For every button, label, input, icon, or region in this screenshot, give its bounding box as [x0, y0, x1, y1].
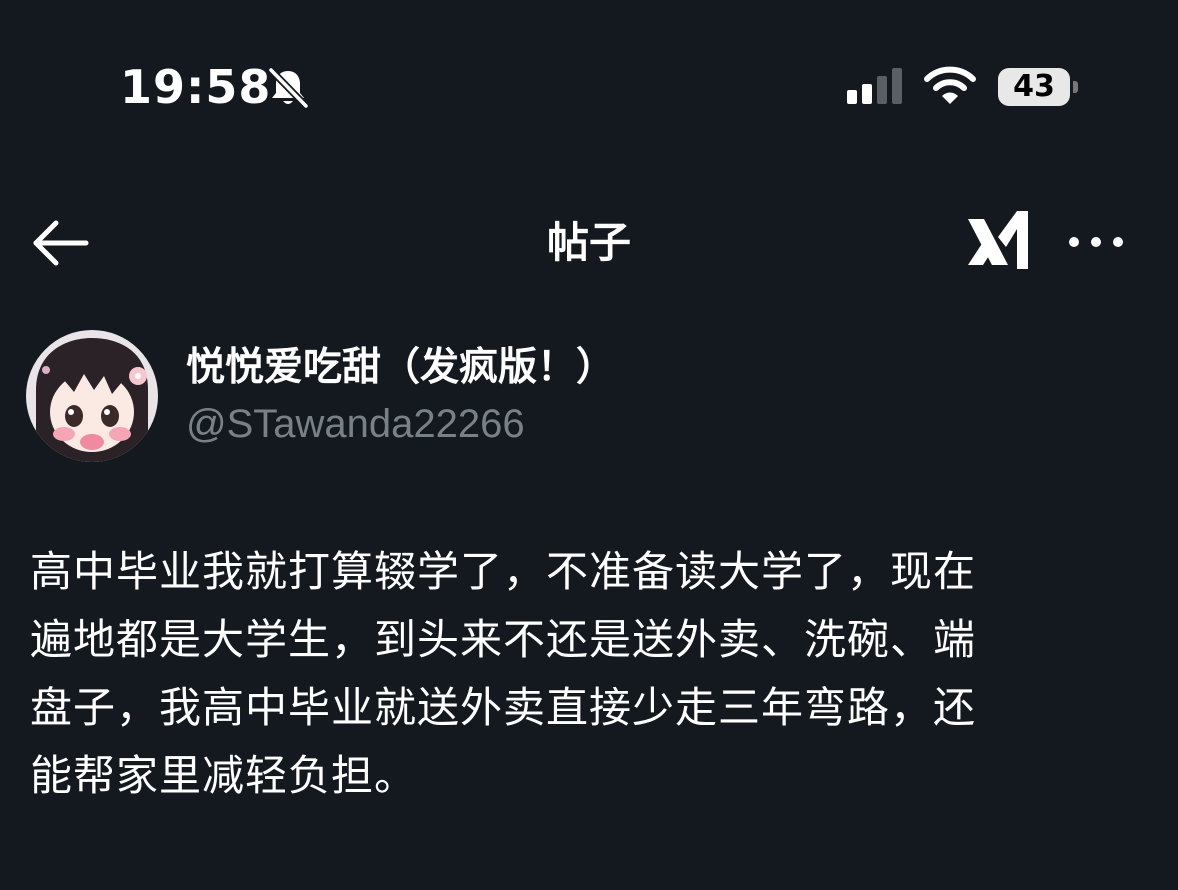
battery-cap: [1073, 81, 1078, 93]
status-bar: 19:58 43: [0, 0, 1178, 175]
page-title: 帖子: [546, 218, 631, 267]
battery-indicator: 43: [998, 68, 1078, 106]
post-text-line: 能帮家里减轻负担。: [30, 751, 418, 800]
post-text-line: 遍地都是大学生，到头来不还是送外卖、洗碗、端: [30, 615, 977, 664]
grok-icon: [968, 211, 1028, 269]
grok-button[interactable]: [962, 207, 1036, 277]
bell-off-icon: [266, 66, 310, 110]
avatar-image: [26, 330, 158, 462]
author-display-name[interactable]: 悦悦爱吃甜（发疯版！）: [186, 340, 615, 396]
avatar[interactable]: [26, 330, 158, 462]
post-text-line: 高中毕业我就打算辍学了，不准备读大学了，现在: [30, 547, 977, 596]
more-button[interactable]: [1064, 225, 1128, 259]
back-arrow-icon: [33, 220, 89, 266]
post-body: 高中毕业我就打算辍学了，不准备读大学了，现在 遍地都是大学生，到头来不还是送外卖…: [30, 538, 1160, 810]
more-icon: [1069, 237, 1123, 247]
wifi-icon: [924, 64, 976, 106]
cellular-signal-icon: [846, 66, 908, 110]
status-time: 19:58: [120, 60, 272, 114]
author-handle[interactable]: @STawanda22266: [186, 398, 525, 450]
back-button[interactable]: [28, 217, 92, 269]
post-text-line: 盘子，我高中毕业就送外卖直接少走三年弯路，还: [30, 683, 977, 732]
battery-level: 43: [998, 68, 1070, 106]
nav-bar: 帖子: [0, 195, 1178, 295]
